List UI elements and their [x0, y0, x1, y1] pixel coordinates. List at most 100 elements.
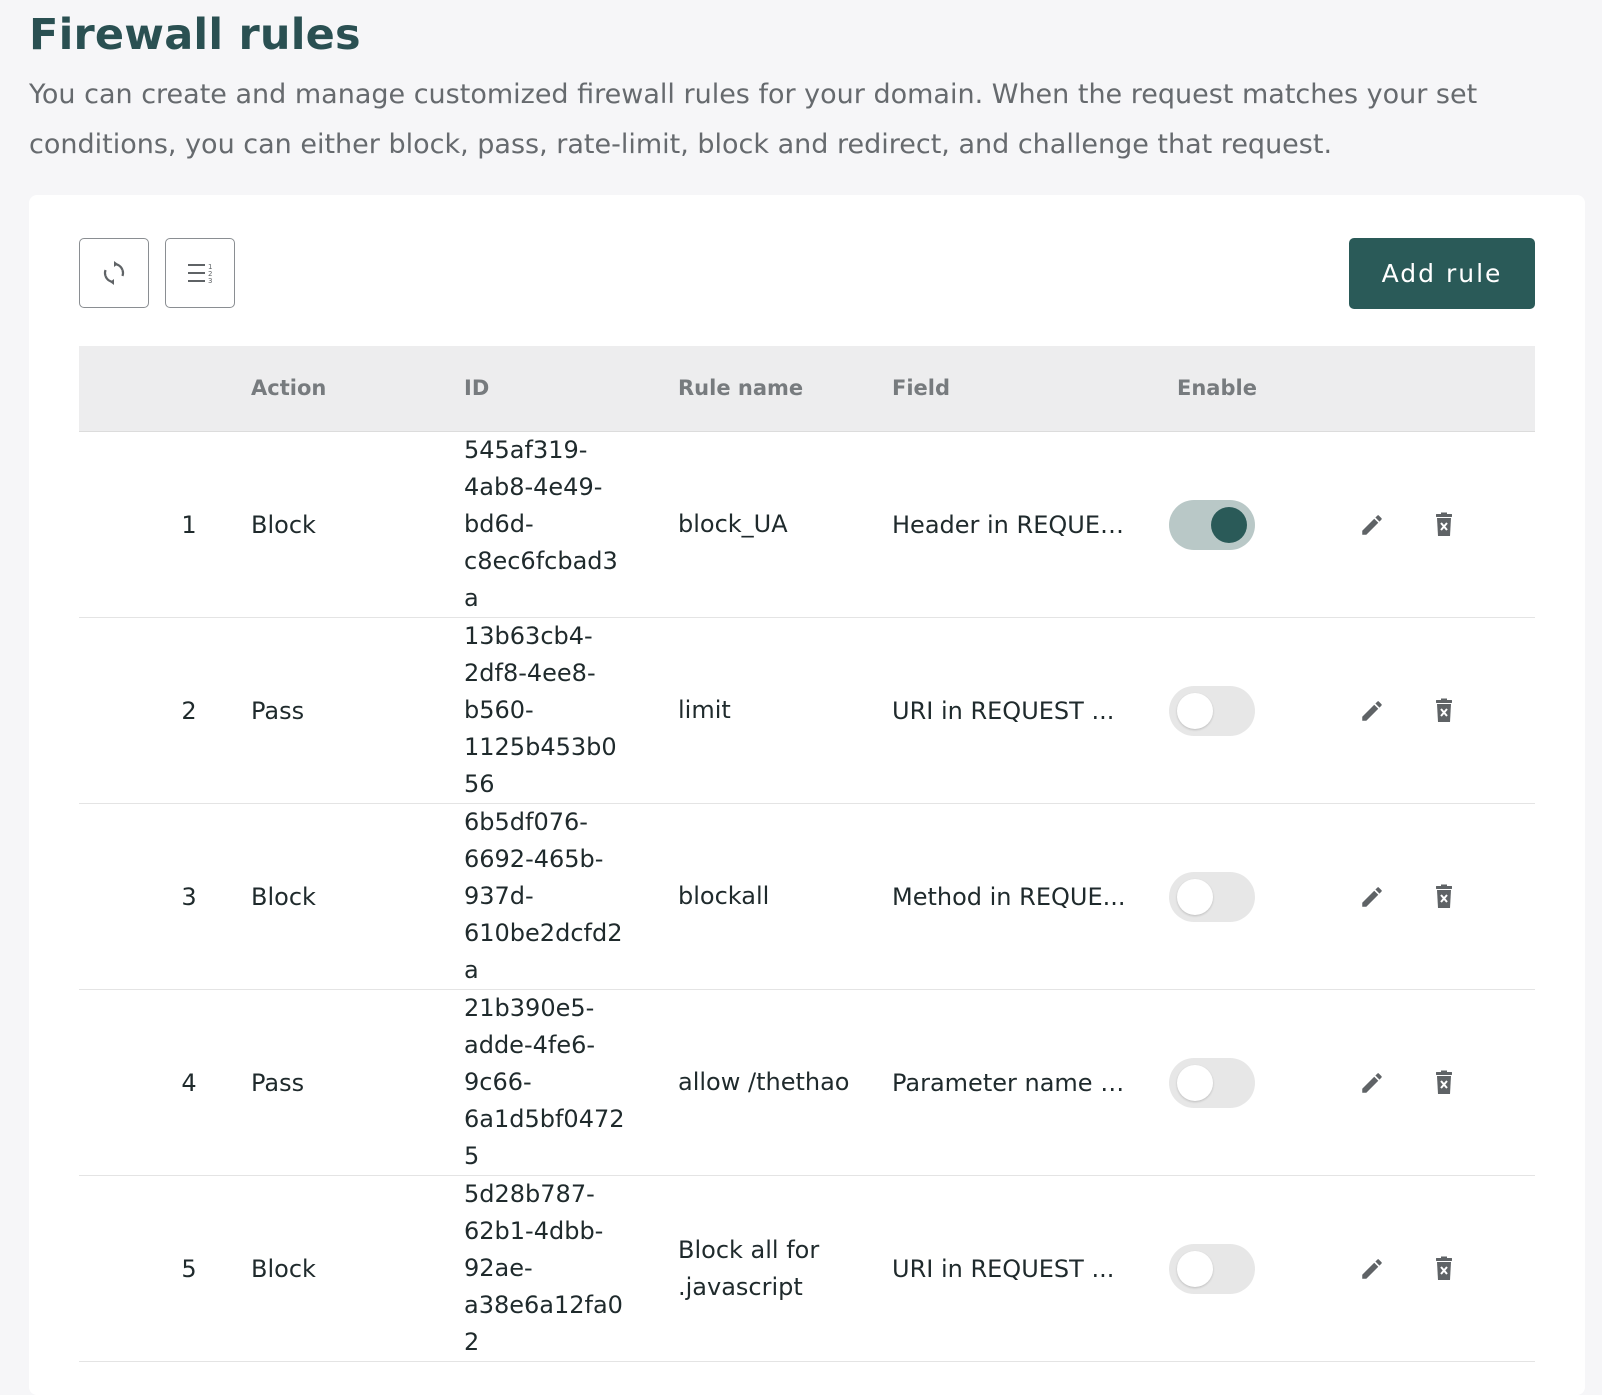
trash-icon — [1436, 1256, 1452, 1280]
row-enable — [1169, 1176, 1259, 1361]
row-delete — [1429, 618, 1459, 803]
row-action: Block — [251, 882, 316, 911]
page-description: You can create and manage customized fir… — [29, 79, 1478, 160]
add-rule-button[interactable]: Add rule — [1349, 238, 1535, 309]
enable-toggle[interactable] — [1169, 1243, 1255, 1294]
row-id-line: 937d- — [464, 882, 534, 910]
column-header-field[interactable]: Field — [892, 346, 950, 431]
column-settings-icon: 1 2 3 — [188, 263, 212, 285]
row-id-line: 2 — [464, 1328, 480, 1356]
trash-icon — [1436, 698, 1452, 722]
row-field: Header in REQUEST — [892, 510, 1127, 539]
row-field: URI in REQUEST ... — [892, 696, 1115, 725]
row-id-line: a38e6a12fa0 — [464, 1291, 623, 1319]
row-id-line: 92ae- — [464, 1254, 533, 1282]
row-id-line: 21b390e5- — [464, 994, 595, 1022]
delete-button[interactable] — [1432, 1256, 1456, 1282]
edit-button[interactable] — [1359, 698, 1385, 724]
row-id-line: 1125b453b0 — [464, 733, 617, 761]
row-action: Pass — [251, 696, 305, 725]
row-number: 3 — [181, 882, 197, 911]
edit-button[interactable] — [1359, 884, 1385, 910]
enable-toggle[interactable] — [1169, 685, 1255, 736]
row-edit — [1357, 618, 1387, 803]
row-id: 6b5df076- 6692-465b- 937d- 610be2dcfd2 a — [464, 804, 629, 989]
page-title: Firewall rules — [29, 10, 361, 60]
edit-button[interactable] — [1359, 512, 1385, 538]
rules-card: 1 2 3 Add rule Action ID Rule name Field… — [29, 195, 1585, 1395]
pencil-icon — [1362, 514, 1382, 535]
column-header-enable[interactable]: Enable — [1177, 346, 1257, 431]
row-delete — [1429, 990, 1459, 1175]
delete-button[interactable] — [1432, 1070, 1456, 1096]
edit-button[interactable] — [1359, 1070, 1385, 1096]
row-id-line: 2df8-4ee8- — [464, 659, 596, 687]
row-id-line: a — [464, 956, 479, 984]
delete-button[interactable] — [1432, 698, 1456, 724]
row-delete — [1429, 432, 1459, 617]
row-id: 545af319- 4ab8-4e49- bd6d-c8ec6fcbad3 a — [464, 432, 629, 617]
toggle-knob — [1177, 1064, 1213, 1101]
pencil-icon — [1362, 700, 1382, 721]
row-rule-name: blockall — [678, 882, 770, 910]
pencil-icon — [1362, 886, 1382, 907]
column-settings-button[interactable]: 1 2 3 — [165, 238, 235, 308]
row-id-line: 610be2dcfd2 — [464, 919, 623, 947]
row-id-line: 6692-465b- — [464, 845, 604, 873]
row-number: 4 — [181, 1068, 197, 1097]
table-row: 2 Pass 13b63cb4- 2df8-4ee8- b560- 1125b453b… — [79, 618, 1535, 804]
row-id-line: a — [464, 584, 479, 612]
row-field: URI in REQUEST ... — [892, 1254, 1115, 1283]
row-delete — [1429, 804, 1459, 989]
trash-icon — [1436, 512, 1452, 536]
row-action: Block — [251, 510, 316, 539]
row-id-line: 6b5df076- — [464, 808, 588, 836]
toggle-knob — [1177, 692, 1213, 729]
row-enable — [1169, 804, 1259, 989]
trash-icon — [1436, 884, 1452, 908]
row-field: Parameter name i... — [892, 1068, 1127, 1097]
enable-toggle[interactable] — [1169, 499, 1255, 550]
row-rule-name: Block all for .javascript — [678, 1235, 820, 1301]
table-header: Action ID Rule name Field Enable — [79, 346, 1535, 432]
row-edit — [1357, 432, 1387, 617]
column-header-rule-name[interactable]: Rule name — [678, 346, 803, 431]
pencil-icon — [1362, 1072, 1382, 1093]
table-row: 1 Block 545af319- 4ab8-4e49- bd6d-c8ec6fcb… — [79, 432, 1535, 618]
row-id-line: 4ab8-4e49- — [464, 473, 603, 501]
delete-button[interactable] — [1432, 512, 1456, 538]
row-enable — [1169, 432, 1259, 617]
row-id-line: 6a1d5bf0472 — [464, 1105, 625, 1133]
row-rule-name: limit — [678, 696, 731, 724]
pencil-icon — [1362, 1258, 1382, 1279]
row-delete — [1429, 1176, 1459, 1361]
row-id-line: adde-4fe6- — [464, 1031, 596, 1059]
row-action: Pass — [251, 1068, 305, 1097]
column-header-action[interactable]: Action — [251, 346, 326, 431]
toggle-knob — [1177, 878, 1213, 915]
row-number: 5 — [181, 1254, 197, 1283]
enable-toggle[interactable] — [1169, 871, 1255, 922]
table-body: 1 Block 545af319- 4ab8-4e49- bd6d-c8ec6fcb… — [79, 432, 1535, 1362]
enable-toggle[interactable] — [1169, 1057, 1255, 1108]
row-id-line: 56 — [464, 770, 495, 798]
row-field: Method in REQUE... — [892, 882, 1126, 911]
row-id-line: 62b1-4dbb- — [464, 1217, 604, 1245]
row-id-line: bd6d- — [464, 510, 534, 538]
table-row: 3 Block 6b5df076- 6692-465b- 937d- 610be2dc… — [79, 804, 1535, 990]
column-header-id[interactable]: ID — [464, 346, 489, 431]
delete-button[interactable] — [1432, 884, 1456, 910]
edit-button[interactable] — [1359, 1256, 1385, 1282]
toggle-knob — [1177, 1250, 1213, 1287]
row-number: 2 — [181, 696, 197, 725]
row-id-line: 5 — [464, 1142, 480, 1170]
refresh-button[interactable] — [79, 238, 149, 308]
row-rule-name: block_UA — [678, 510, 788, 538]
table-row: 5 Block 5d28b787- 62b1-4dbb- 92ae-a38e6a12… — [79, 1176, 1535, 1362]
row-edit — [1357, 990, 1387, 1175]
row-id: 13b63cb4- 2df8-4ee8- b560- 1125b453b0 56 — [464, 618, 629, 803]
row-id: 5d28b787- 62b1-4dbb- 92ae-a38e6a12fa0 2 — [464, 1176, 629, 1361]
row-id-line: 13b63cb4- — [464, 622, 593, 650]
row-id-line: 9c66- — [464, 1068, 532, 1096]
row-rule-name: allow /thethao — [678, 1068, 850, 1096]
